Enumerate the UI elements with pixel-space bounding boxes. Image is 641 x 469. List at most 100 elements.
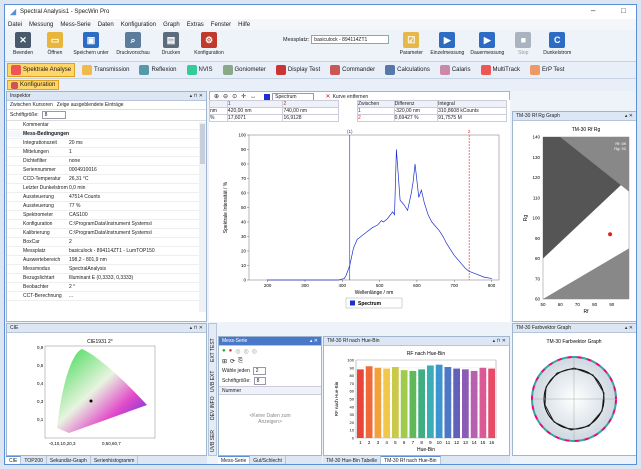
tree-row[interactable]: Aussteuerung 77 % xyxy=(7,202,206,211)
tab-cie[interactable]: CIE xyxy=(6,456,22,464)
tree-row[interactable]: Letzter Dunkelstrom 0,0 min xyxy=(7,184,206,193)
menu-fenster[interactable]: Fenster xyxy=(211,22,231,28)
tree-row[interactable]: Bezugslichtart Illuminant E (0,3333, 0,33… xyxy=(7,274,206,283)
mode-transmission[interactable]: Transmission xyxy=(79,63,132,77)
dauermessung-button[interactable]: ▶ Dauermessung xyxy=(467,30,507,56)
maximize-button[interactable]: □ xyxy=(621,6,626,15)
mode-multitrack[interactable]: MultiTrack xyxy=(478,63,523,77)
mode-spektrale-analyse[interactable]: Spektrale Analyse xyxy=(7,63,76,77)
mode-goniometer[interactable]: Goniometer xyxy=(220,63,269,77)
tree-row[interactable]: Messmodus SpectralAnalysis xyxy=(7,265,206,274)
tree-section[interactable]: Mess-Bedingungen xyxy=(7,130,206,139)
panel-pin-icon[interactable]: ▴ ⊓ ✕ xyxy=(190,93,203,99)
step-icon[interactable]: ◎ xyxy=(244,348,249,355)
parameter-button[interactable]: ☑ Parameter xyxy=(395,30,427,56)
menu-datei[interactable]: Datei xyxy=(8,22,22,28)
font-size-select[interactable]: 8 xyxy=(41,111,66,119)
hue-x-tick: 13 xyxy=(463,440,469,445)
tab-top200[interactable]: TOP200 xyxy=(21,456,47,464)
remove-curve-button[interactable]: Kurve entfernen xyxy=(333,94,369,100)
tab-sekundaer-graph[interactable]: Sekundär-Graph xyxy=(47,456,91,464)
tree-row[interactable]: Kommentar xyxy=(7,121,206,130)
tree-row[interactable]: Integrationszeit 20 ms xyxy=(7,139,206,148)
tree-row[interactable]: Kalibrierung C:\ProgramData\Instrument Sy… xyxy=(7,229,206,238)
menu-mess-serie[interactable]: Mess-Serie xyxy=(60,22,90,28)
panel-pin-icon[interactable]: ▴ ⊓ ✕ xyxy=(190,325,203,331)
show-every-input[interactable]: 2 xyxy=(252,367,266,375)
mess-col-header[interactable]: Nummer xyxy=(219,386,321,395)
play-icon[interactable]: ● xyxy=(222,348,226,354)
mode-display-test[interactable]: Display Test xyxy=(273,63,323,77)
einzelmessung-button[interactable]: ▶ Einzelmessung xyxy=(427,30,467,56)
minimize-button[interactable]: – xyxy=(591,6,595,15)
menu-messung[interactable]: Messung xyxy=(29,22,53,28)
tree-key: Auswertebereich xyxy=(23,257,61,263)
beenden-button[interactable]: ✕ Beenden xyxy=(7,30,39,56)
tree-row[interactable]: BoxCar 2 xyxy=(7,238,206,247)
mode-calculations[interactable]: Calculations xyxy=(382,63,433,77)
panel-pin-icon[interactable]: ▴ ✕ xyxy=(625,113,633,119)
mode-commander[interactable]: Commander xyxy=(327,63,378,77)
messplatz-select[interactable]: basiculock - 894114ZT1 xyxy=(311,35,390,44)
menu-graph[interactable]: Graph xyxy=(163,22,180,28)
cursor-icon[interactable]: ↔ xyxy=(250,94,256,100)
panel-pin-icon[interactable]: ▴ ✕ xyxy=(310,338,318,344)
svg-text:0,4: 0,4 xyxy=(37,381,44,386)
record-icon[interactable]: ◎ xyxy=(252,348,257,355)
tab-serienhistogramm[interactable]: Serienhistogramm xyxy=(91,456,139,464)
cie-header: CIE ▴ ⊓ ✕ xyxy=(7,324,206,333)
mess-font-select[interactable]: 8 xyxy=(253,377,267,385)
konfiguration-tab[interactable]: Konfiguration xyxy=(7,80,60,90)
drucken-button[interactable]: ▤ Drucken xyxy=(155,30,187,56)
zoom-fit-icon[interactable]: ⊙ xyxy=(232,93,237,100)
tree-row[interactable]: Spektrometer CAS100 xyxy=(7,211,206,220)
remove-curve-icon[interactable]: ✕ xyxy=(326,93,331,100)
mode-calaris[interactable]: Calaris xyxy=(437,63,474,77)
stop-series-icon[interactable]: ● xyxy=(229,348,233,354)
zwischen-kursoren-toggle[interactable]: Zwischen Kursoren xyxy=(10,102,53,108)
tree-row[interactable]: Seriennummer 0004910016 xyxy=(7,166,206,175)
tree-row[interactable]: Dichtefilter none xyxy=(7,157,206,166)
konfiguration-button[interactable]: ⚙ Konfiguration xyxy=(187,30,231,56)
dunkelstrom-button[interactable]: C Dunkelstrom xyxy=(539,30,575,56)
menu-daten[interactable]: Daten xyxy=(98,22,114,28)
menu-hilfe[interactable]: Hilfe xyxy=(238,22,250,28)
tab-rf-hue-bin[interactable]: TM-30 Rf nach Hue-Bin xyxy=(381,456,441,464)
pause-icon[interactable]: ◎ xyxy=(235,348,240,355)
mode-nvis[interactable]: NVIS xyxy=(184,63,216,77)
mode-reflexion[interactable]: Reflexion xyxy=(136,63,179,77)
tab-gut-schlecht[interactable]: Gut/Schlecht xyxy=(250,456,286,464)
inspector-scrollbar[interactable] xyxy=(199,122,206,312)
speichern-unter-button[interactable]: ▣ Speichern unter xyxy=(71,30,111,56)
tree-row[interactable]: Mittelungen 1 xyxy=(7,148,206,157)
tree-row[interactable]: Auswertebereich 198,2 - 801,9 nm xyxy=(7,256,206,265)
oeffnen-button[interactable]: ▭ Öffnen xyxy=(39,30,71,56)
tab-mess-serie[interactable]: Mess-Serie xyxy=(218,456,251,464)
tree-row[interactable]: Messplatz basiculock - 894114ZT1 - LumTOP… xyxy=(7,247,206,256)
tree-row[interactable]: Beobachter 2 ° xyxy=(7,283,206,292)
scrollbar-thumb[interactable] xyxy=(200,124,205,164)
tree-row[interactable]: Konfiguration C:\ProgramData\Instrument S… xyxy=(7,220,206,229)
zoom-in-icon[interactable]: ⊕ xyxy=(214,93,219,100)
side-tab-uvb-ser[interactable]: UVB SER xyxy=(210,430,216,452)
druckvorschau-button[interactable]: ⌕ Druckvorschau xyxy=(111,30,155,56)
mode-erp-test[interactable]: ErP Test xyxy=(527,63,567,77)
tree-row[interactable]: CCT-Berechnung... xyxy=(7,292,206,301)
side-tab-ext-test[interactable]: EXT TEST xyxy=(210,338,216,362)
panel-pin-icon[interactable]: ▴ ✕ xyxy=(625,325,633,331)
menu-konfiguration[interactable]: Konfiguration xyxy=(121,22,156,28)
side-tab-uvb-ext[interactable]: UVB EXT xyxy=(210,371,216,392)
refresh-icon[interactable]: ⟳ xyxy=(230,358,235,365)
panel-pin-icon[interactable]: ▴ ⊓ ✕ xyxy=(493,338,506,344)
menu-extras[interactable]: Extras xyxy=(187,22,204,28)
zoom-out-icon[interactable]: ⊖ xyxy=(223,93,228,100)
tab-hue-bin-tabelle[interactable]: TM-30 Hue-Bin Tabelle xyxy=(323,456,382,464)
move-icon[interactable]: ✛ xyxy=(241,93,246,100)
tree-row[interactable]: CCD-Temperatur 26,31 °C xyxy=(7,175,206,184)
copy-icon[interactable]: ⎘ xyxy=(238,358,243,365)
side-tab-dev-info[interactable]: DEV INFO xyxy=(210,396,216,420)
show-hidden-toggle[interactable]: Zeige ausgeblendete Einträge xyxy=(57,102,124,108)
tree-row[interactable]: Aussteuerung 47514 Counts xyxy=(7,193,206,202)
stop-button[interactable]: ■ Stop xyxy=(507,30,539,56)
add-icon[interactable]: ⊞ xyxy=(222,358,227,365)
